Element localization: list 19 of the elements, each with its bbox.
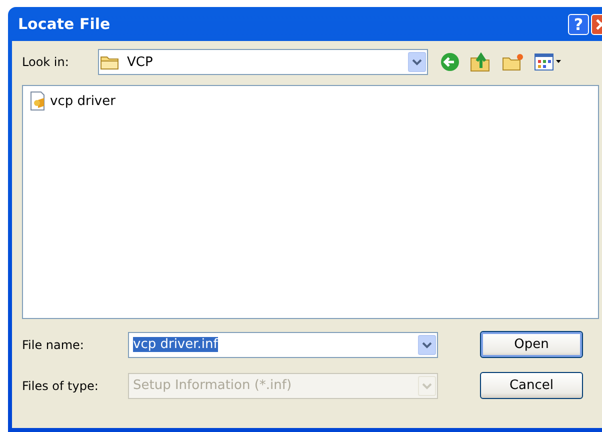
folder-icon (100, 54, 120, 70)
chevron-down-icon (412, 58, 422, 66)
file-item[interactable]: vcp driver (27, 90, 116, 112)
file-type-label: Files of type: (22, 378, 100, 392)
folder-up-icon[interactable] (470, 52, 492, 72)
dropdown-button[interactable] (408, 52, 426, 72)
views-menu-icon[interactable] (534, 53, 562, 71)
look-in-label: Look in: (22, 55, 70, 69)
dropdown-button[interactable] (418, 334, 436, 354)
new-folder-icon[interactable] (502, 53, 524, 71)
open-button[interactable]: Open (480, 331, 583, 358)
cancel-button[interactable]: Cancel (480, 372, 583, 399)
chevron-down-icon (422, 382, 432, 390)
window-title: Locate File (18, 15, 112, 33)
look-in-dropdown[interactable]: VCP (98, 49, 428, 75)
file-name-label: File name: (22, 338, 85, 352)
file-name-field[interactable]: vcp driver.inf (128, 332, 438, 358)
chevron-down-icon (422, 340, 432, 348)
help-button[interactable]: ? (568, 14, 589, 34)
